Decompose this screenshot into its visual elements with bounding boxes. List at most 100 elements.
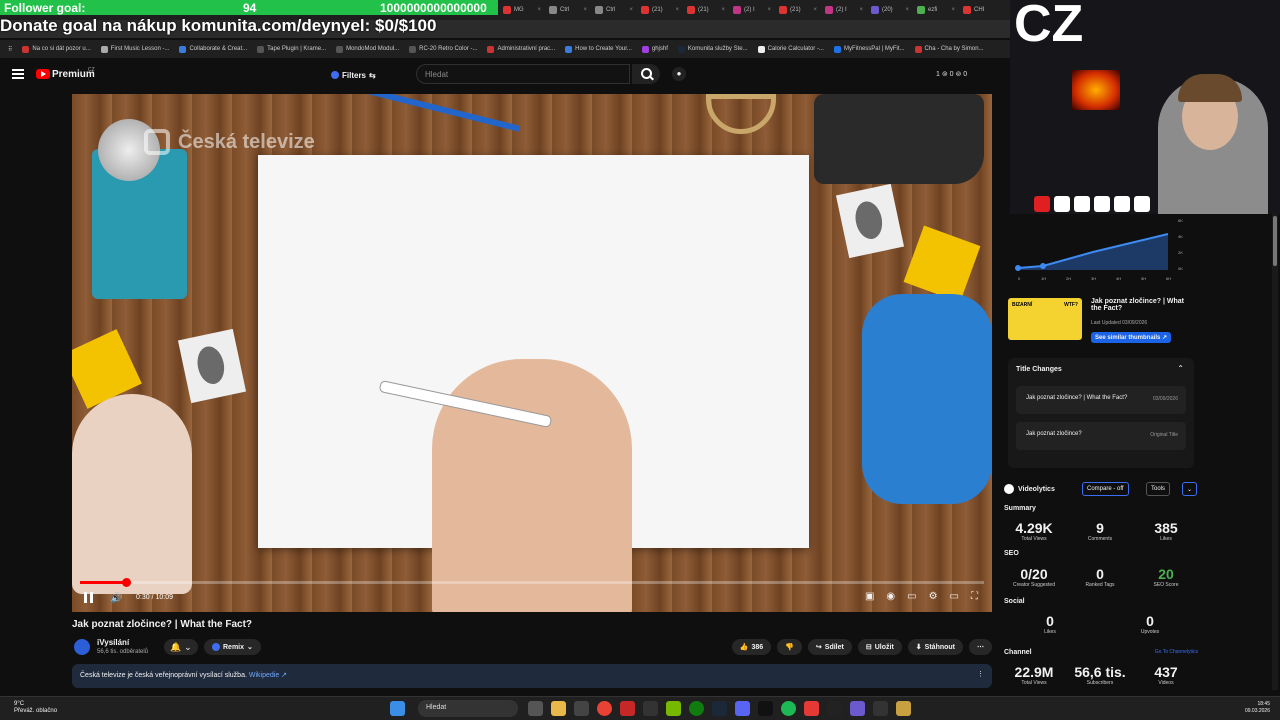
file-explorer-icon[interactable] [551,701,566,716]
close-tab-icon[interactable]: × [675,7,679,13]
close-tab-icon[interactable]: × [721,7,725,13]
follower-count: 94 [243,0,257,15]
bookmark-item[interactable]: MondoMod Modul... [336,45,399,53]
share-button[interactable]: ↪ Sdílet [807,639,852,655]
info-more-icon[interactable]: ⋮ [977,670,984,678]
channel-avatar[interactable] [74,639,90,655]
browser-tab[interactable]: (21) × [776,2,820,18]
bookmark-item[interactable]: First Music Lesson -... [100,45,169,53]
epic-games-icon[interactable] [827,701,842,716]
close-tab-icon[interactable]: × [905,7,909,13]
scrollbar-thumb[interactable] [1273,216,1277,266]
compare-button[interactable]: Compare - off [1082,482,1129,496]
app-icon[interactable] [643,701,658,716]
dislike-button[interactable]: 👎 [777,639,802,655]
extension-counters: 1 ⊚ 0 ⊚ 0 [936,71,968,78]
player-controls: 🔊 0:30 / 10:09 ▣ ◉ ▭ ⚙ ▭ ⛶ [72,588,992,610]
bookmark-item[interactable]: Administrativní prac... [487,45,555,53]
graph-x-label: 3H [1091,276,1096,281]
tiktok-icon[interactable] [758,701,773,716]
more-options-button[interactable]: ⋯ [969,639,992,655]
bookmark-item[interactable]: ghjshf [641,45,668,53]
settings-icon[interactable]: ⚙ [929,591,938,602]
notification-bell-button[interactable]: 🔔 ⌄ [164,639,198,655]
browser-tab[interactable]: CHI [960,2,1004,18]
close-tab-icon[interactable]: × [813,7,817,13]
chrome-icon[interactable] [597,701,612,716]
like-button[interactable]: 👍 386 [731,639,772,655]
browser-tab[interactable]: Ctrl × [546,2,590,18]
graph-x-label: 5H [1141,276,1146,281]
browser-tab[interactable]: (21) × [638,2,682,18]
bookmark-item[interactable]: Na co si dát pozor u... [22,45,91,53]
app-icon[interactable] [850,701,865,716]
youtube-logo-icon[interactable] [36,69,50,79]
steam-icon[interactable] [712,701,727,716]
media-player-icon[interactable] [574,701,589,716]
spotify-icon[interactable] [781,701,796,716]
fullscreen-icon[interactable]: ⛶ [971,591,978,602]
bookmark-item[interactable]: MyFitnessPal | MyFit... [833,45,905,53]
search-button[interactable] [632,64,660,84]
browser-tab[interactable]: (2) I × [730,2,774,18]
tools-button[interactable]: Tools [1146,482,1171,496]
remix-button[interactable]: Remix ⌄ [204,639,261,655]
taskbar-search[interactable]: Hledat [418,700,518,717]
wikipedia-link[interactable]: Wikipedie ↗ [249,672,287,679]
progress-bar[interactable] [80,578,984,587]
video-player[interactable]: Česká televize 🔊 0:30 / 10:09 ▣ ◉ ▭ ⚙ ▭ … [72,94,992,612]
browser-tab[interactable]: ezfi × [914,2,958,18]
close-tab-icon[interactable]: × [537,7,541,13]
theater-mode-icon[interactable]: ▭ [950,591,959,602]
bookmark-item[interactable]: Cha - Cha by Simon... [914,45,984,53]
bookmark-item[interactable]: RC-20 Retro Color -... [409,45,477,53]
nvidia-icon[interactable] [666,701,681,716]
app-icon[interactable] [873,701,888,716]
browser-tab[interactable]: (21) × [684,2,728,18]
video-thumbnail[interactable]: BIZARNÍ WTF? [1008,298,1082,340]
browser-tab[interactable]: (2) I × [822,2,866,18]
bookmark-item[interactable]: How to Create Your... [565,45,632,53]
channel-name[interactable]: iVysílání [97,638,129,647]
miniplayer-icon[interactable]: ▣ [865,591,874,602]
bookmark-item[interactable]: Tape Plugin | Krame... [257,45,326,53]
browser-tab[interactable]: Ctrl × [592,2,636,18]
close-tab-icon[interactable]: × [951,7,955,13]
chevron-up-icon[interactable]: ⌃ [1177,364,1184,373]
download-button[interactable]: ⬇ Stáhnout [907,639,963,655]
page-scrollbar[interactable] [1272,214,1278,690]
similar-thumbnails-button[interactable]: See similar thumbnails ↗ [1091,332,1172,343]
chevron-down-icon[interactable]: ⌄ [1182,482,1198,496]
app-icon[interactable] [804,701,819,716]
bookmark-favicon-icon [565,45,573,53]
task-view-icon[interactable] [528,701,543,716]
close-tab-icon[interactable]: × [767,7,771,13]
browser-tab[interactable]: MG × [500,2,544,18]
subtitles-icon[interactable]: ▭ [907,591,916,602]
close-tab-icon[interactable]: × [583,7,587,13]
save-button[interactable]: ⊟ Uložit [857,639,902,655]
microphone-icon[interactable]: ● [672,67,686,81]
bookmark-item[interactable]: Collaborate & Creat... [179,45,247,53]
go-to-channelytics-link[interactable]: Go To Channelytics [1155,649,1198,655]
app-icon[interactable] [896,701,911,716]
close-tab-icon[interactable]: × [859,7,863,13]
app-icon[interactable] [620,701,635,716]
bookmark-item[interactable]: Komunita služby Ste... [677,45,748,53]
apps-icon[interactable]: ⠿ [8,46,12,53]
discord-icon[interactable] [735,701,750,716]
filters-button[interactable]: Filters ⇆ [325,67,382,83]
volume-icon[interactable]: 🔊 [110,593,122,604]
weather-widget[interactable]: 9°C Převáž. oblačno [14,701,57,715]
autoplay-icon[interactable]: ◉ [886,591,895,602]
start-icon[interactable] [390,701,405,716]
close-tab-icon[interactable]: × [629,7,633,13]
xbox-icon[interactable] [689,701,704,716]
bookmark-item[interactable]: Calorie Calculator -... [757,45,824,53]
menu-icon[interactable] [12,69,24,79]
pause-icon[interactable] [84,592,93,603]
clock[interactable]: 18:45 09.03.2026 [1245,701,1270,715]
search-input[interactable]: Hledat [416,64,630,84]
channel-videos-metric: 437 Videos [1154,664,1178,686]
browser-tab[interactable]: (20) × [868,2,912,18]
